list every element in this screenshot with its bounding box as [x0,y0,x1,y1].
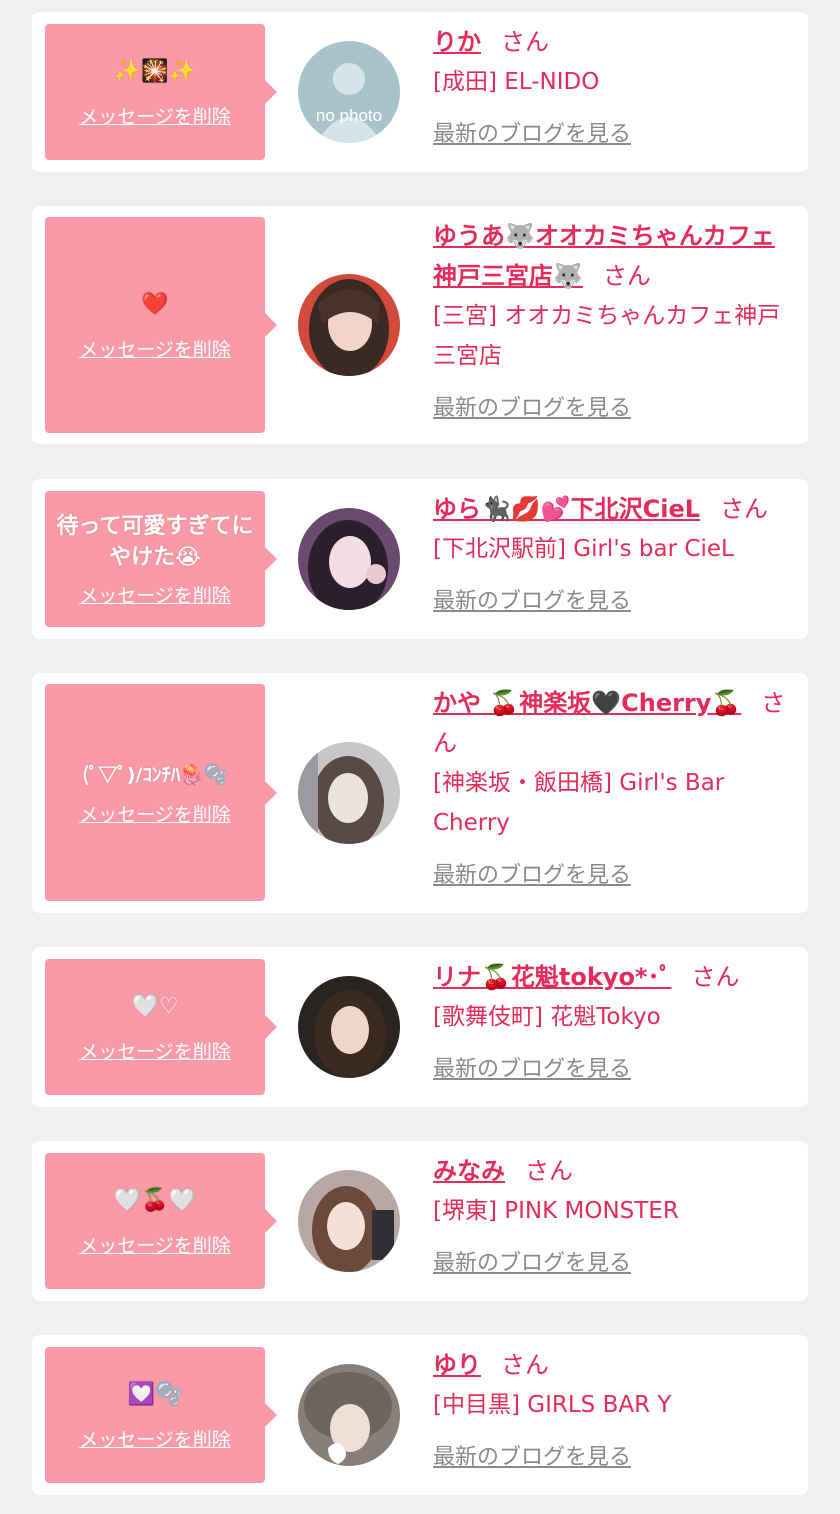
avatar[interactable] [298,1170,400,1272]
delete-message-link[interactable]: メッセージを削除 [79,102,231,129]
message-text: ✨🎇✨ [113,59,197,84]
profile-info: ゆうあ🐺オオカミちゃんカフェ神戸三宮店🐺 さん [三宮] オオカミちゃんカフェ神戸… [433,216,798,422]
message-text: ❤️ [141,292,169,317]
avatar[interactable] [298,274,400,376]
message-bubble: 🤍♡ メッセージを削除 [45,959,277,1095]
message-bubble: 🤍🍒🤍 メッセージを削除 [45,1153,277,1289]
profile-info: ゆり さん [中目黒] GIRLS BAR Y 最新のブログを見る [433,1345,798,1471]
latest-blog-link[interactable]: 最新のブログを見る [433,1245,631,1277]
avatar[interactable]: no photo [298,41,400,143]
avatar-photo [298,1364,400,1466]
message-bubble: 待って可愛すぎてにやけた😭 メッセージを削除 [45,491,277,627]
latest-blog-link[interactable]: 最新のブログを見る [433,857,631,889]
honorific: さん [691,963,740,991]
delete-message-link[interactable]: メッセージを削除 [79,800,231,827]
message-bubble: 💟🫧 メッセージを削除 [45,1347,277,1483]
honorific: さん [501,1351,549,1379]
no-photo-placeholder: no photo [298,41,400,143]
delete-message-link[interactable]: メッセージを削除 [79,335,231,362]
avatar-photo [298,1170,400,1272]
shop-name: [神楽坂・飯田橋] Girl's Bar Cherry [433,770,725,836]
message-bubble: (ﾟ▽ﾟ)/ｺﾝﾁﾊ🪼🫧 メッセージを削除 [45,684,277,901]
message-card: (ﾟ▽ﾟ)/ｺﾝﾁﾊ🪼🫧 メッセージを削除 かや 🍒神楽坂🖤Cherry🍒 さん … [32,673,808,913]
cast-name-link[interactable]: リナ🍒花魁tokyo*･ﾟ [433,963,672,991]
avatar[interactable] [298,1364,400,1466]
avatar[interactable] [298,508,400,610]
avatar[interactable] [298,742,400,844]
cast-name-link[interactable]: りか [433,28,481,56]
honorific: さん [525,1157,573,1185]
message-card: 💟🫧 メッセージを削除 ゆり さん [中目黒] GIRLS BAR Y 最新のブロ… [32,1335,808,1495]
latest-blog-link[interactable]: 最新のブログを見る [433,1439,631,1471]
honorific: さん [720,495,769,523]
profile-info: ゆら🐈‍⬛💋💕下北沢CieL さん [下北沢駅前] Girl's bar CieL… [433,489,798,615]
message-bubble: ❤️ メッセージを削除 [45,217,277,433]
shop-name: [中目黒] GIRLS BAR Y [433,1392,672,1418]
no-photo-text: no photo [316,106,382,125]
message-card: 🤍♡ メッセージを削除 リナ🍒花魁tokyo*･ﾟ さん [歌舞伎町] 花魁Tok… [32,947,808,1107]
cast-name-link[interactable]: ゆり [433,1351,481,1379]
latest-blog-link[interactable]: 最新のブログを見る [433,116,631,148]
message-card: ❤️ メッセージを削除 ゆうあ🐺オオカミちゃんカフェ神戸三宮店🐺 さん [三宮] … [32,206,808,444]
avatar-photo [298,274,400,376]
delete-message-link[interactable]: メッセージを削除 [79,581,231,608]
avatar-photo [298,508,400,610]
latest-blog-link[interactable]: 最新のブログを見る [433,1051,631,1083]
shop-name: [下北沢駅前] Girl's bar CieL [433,536,734,562]
delete-message-link[interactable]: メッセージを削除 [79,1037,231,1064]
shop-name: [堺東] PINK MONSTER [433,1198,679,1224]
honorific: さん [501,28,549,56]
profile-info: みなみ さん [堺東] PINK MONSTER 最新のブログを見る [433,1151,798,1277]
honorific: さん [602,262,651,290]
delete-message-link[interactable]: メッセージを削除 [79,1425,231,1452]
latest-blog-link[interactable]: 最新のブログを見る [433,583,631,615]
message-card: 🤍🍒🤍 メッセージを削除 みなみ さん [堺東] PINK MONSTER 最新の… [32,1141,808,1301]
avatar-photo [298,976,400,1078]
avatar[interactable] [298,976,400,1078]
avatar-photo [298,742,400,844]
message-bubble: ✨🎇✨ メッセージを削除 [45,24,277,160]
profile-info: かや 🍒神楽坂🖤Cherry🍒 さん [神楽坂・飯田橋] Girl's Bar C… [433,683,798,889]
latest-blog-link[interactable]: 最新のブログを見る [433,390,631,422]
shop-name: [成田] EL-NIDO [433,69,600,95]
profile-info: リナ🍒花魁tokyo*･ﾟ さん [歌舞伎町] 花魁Tokyo 最新のブログを見る [433,957,798,1083]
cast-name-link[interactable]: かや 🍒神楽坂🖤Cherry🍒 [433,689,741,717]
message-card: ✨🎇✨ メッセージを削除 no photo りか さん [成田] EL-NIDO … [32,12,808,172]
shop-name: [三宮] オオカミちゃんカフェ神戸三宮店 [433,303,781,369]
message-text: 🤍🍒🤍 [113,1188,197,1213]
shop-name: [歌舞伎町] 花魁Tokyo [433,1004,661,1030]
message-text: 💟🫧 [127,1382,183,1407]
message-text: (ﾟ▽ﾟ)/ｺﾝﾁﾊ🪼🫧 [82,763,228,786]
message-text: 待って可愛すぎてにやけた😭 [56,513,254,570]
profile-info: りか さん [成田] EL-NIDO 最新のブログを見る [433,22,798,148]
delete-message-link[interactable]: メッセージを削除 [79,1231,231,1258]
message-card: 待って可愛すぎてにやけた😭 メッセージを削除 ゆら🐈‍⬛💋💕下北沢CieL さん … [32,479,808,639]
cast-name-link[interactable]: ゆら🐈‍⬛💋💕下北沢CieL [433,495,700,523]
cast-name-link[interactable]: みなみ [433,1157,505,1185]
message-text: 🤍♡ [131,994,179,1019]
